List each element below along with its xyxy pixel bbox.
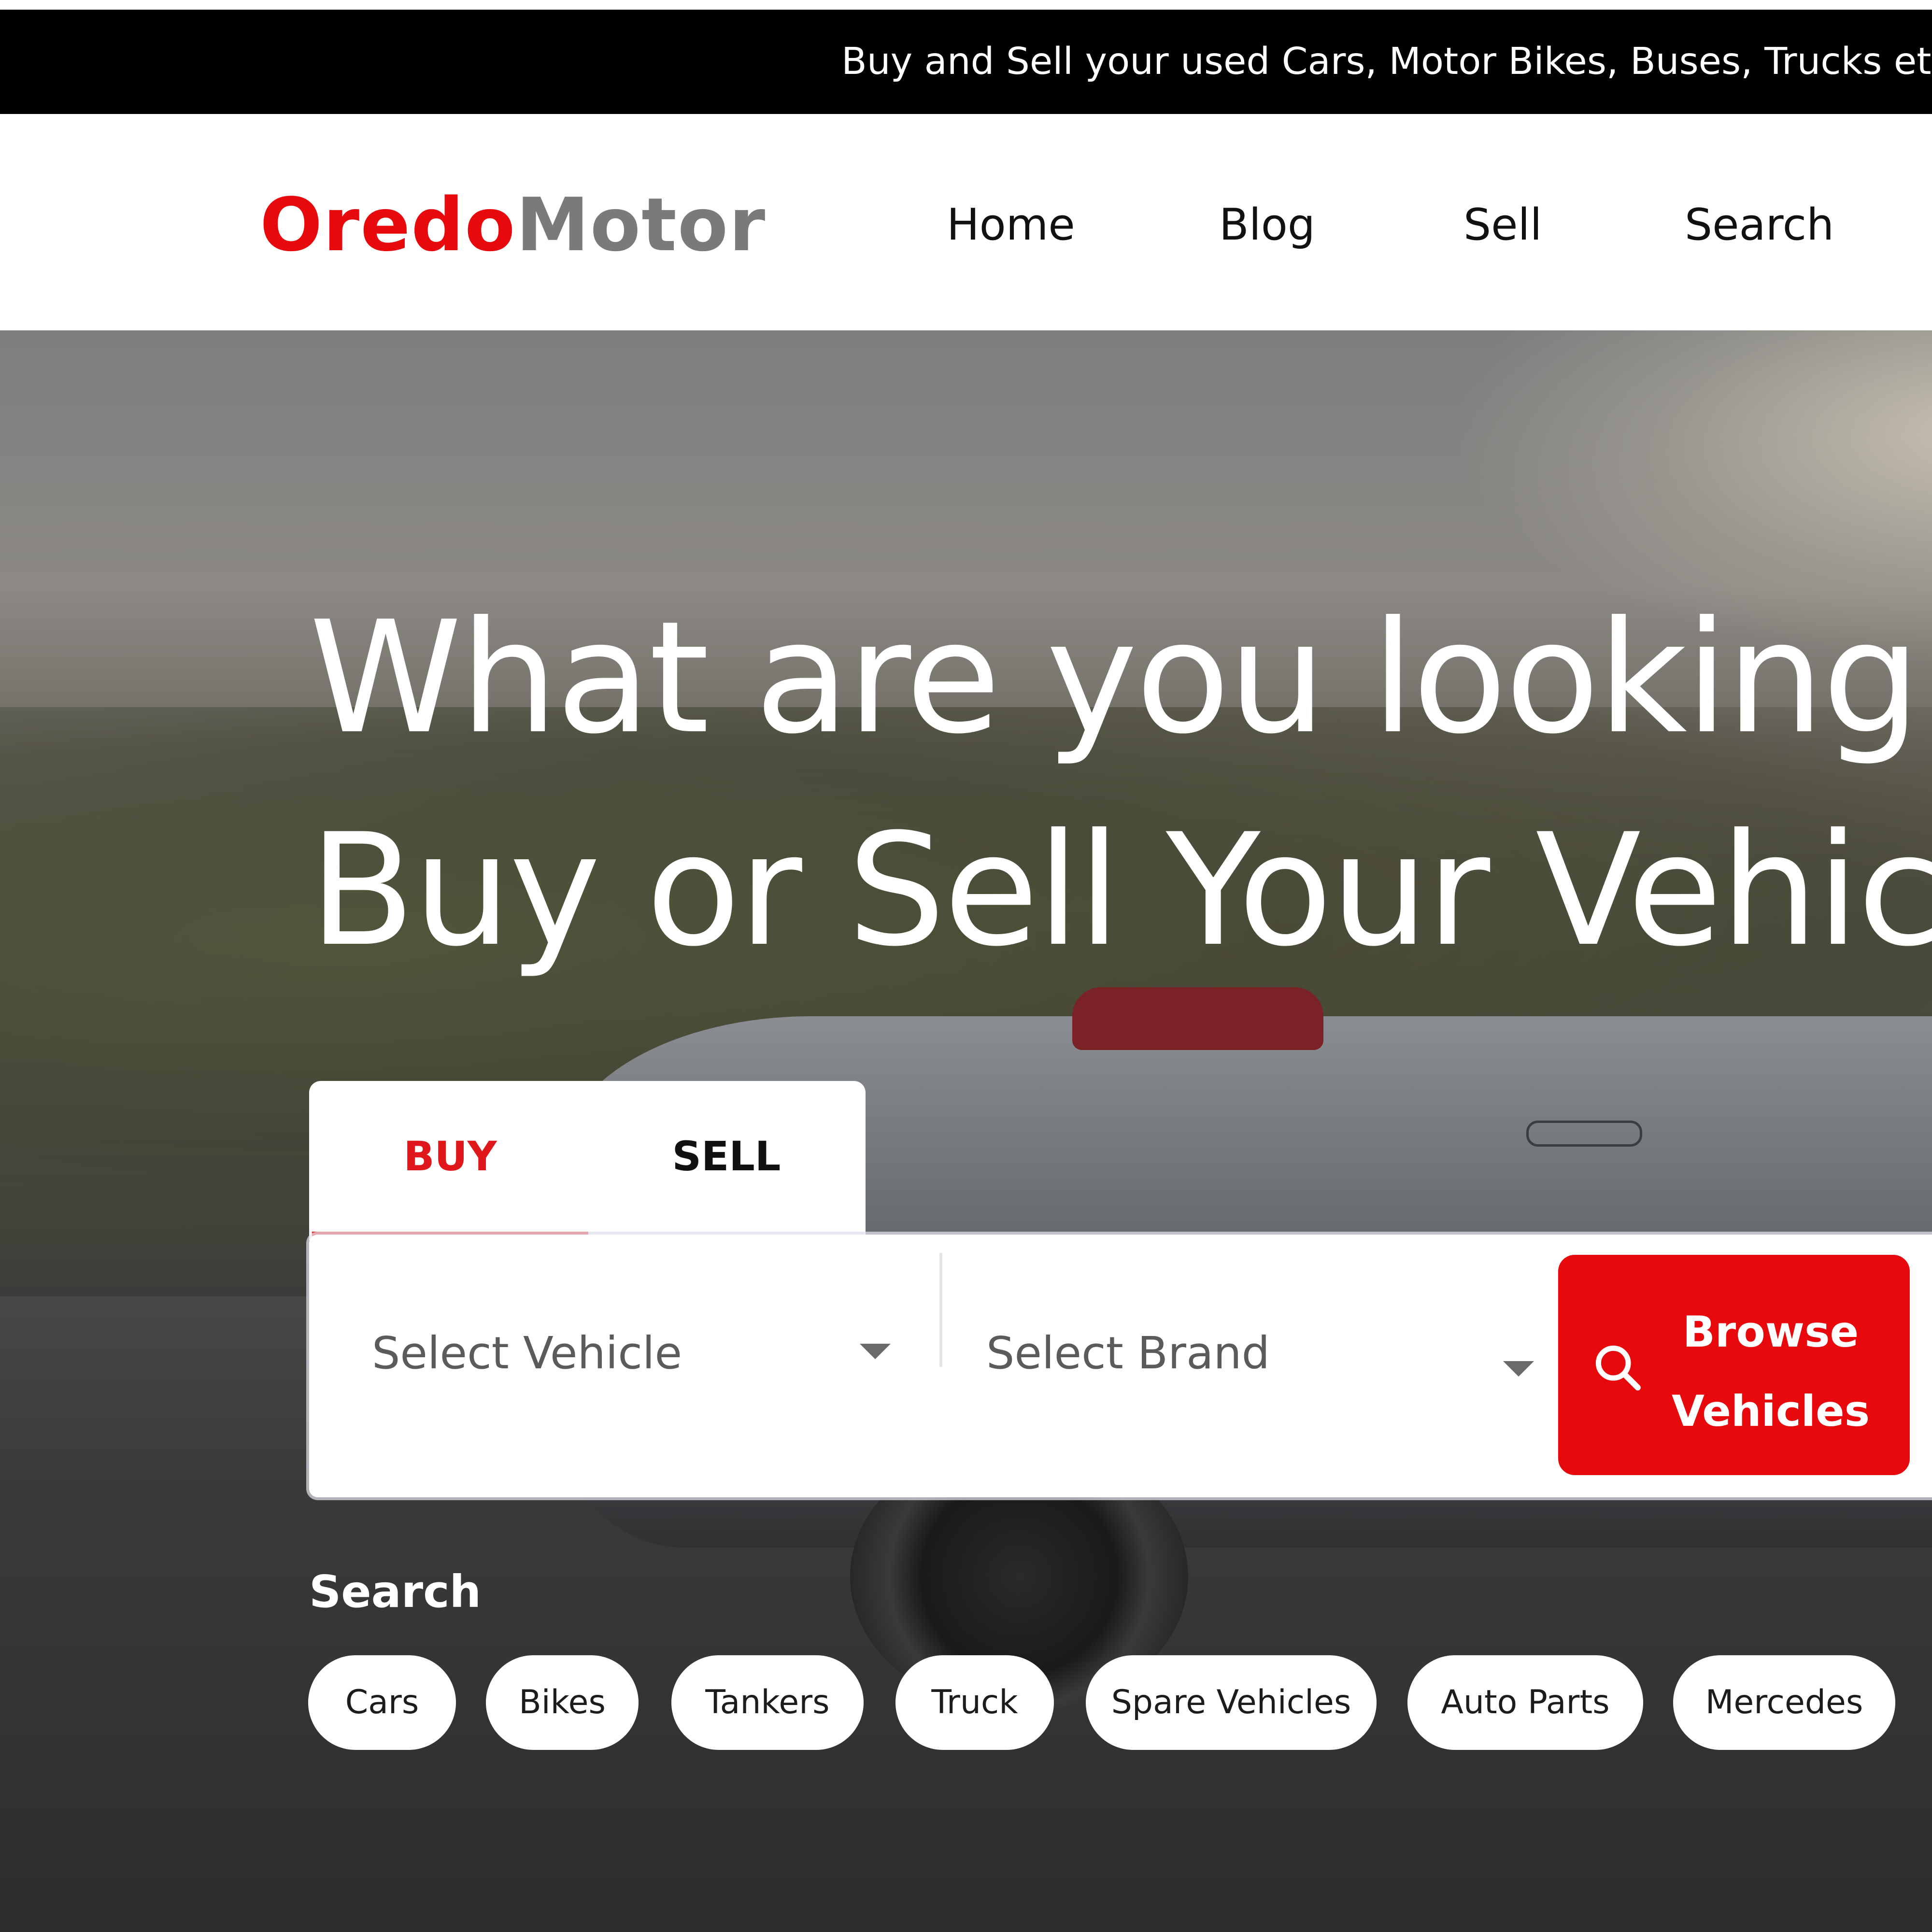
chip-auto-parts[interactable]: Auto Parts [1407, 1655, 1643, 1750]
announcement-bar: Buy and Sell your used Cars, Motor Bikes… [0, 10, 1932, 114]
browse-vehicles-label: Browse Vehicles [1669, 1293, 1872, 1451]
site-header: OredoMotor Home Blog Sell Search [0, 114, 1932, 330]
browse-label-line-1: Browse [1682, 1307, 1859, 1357]
brand-select[interactable]: Select Brand [986, 1259, 1537, 1379]
hero-title-line-1: What are you looking f [309, 588, 1932, 768]
nav-sell[interactable]: Sell [1463, 196, 1542, 254]
nav-home[interactable]: Home [947, 196, 1075, 254]
chip-truck[interactable]: Truck [895, 1655, 1054, 1750]
browse-vehicles-button[interactable]: Browse Vehicles [1558, 1255, 1910, 1475]
hero-car-door-handle [1526, 1121, 1642, 1147]
brand-select-value: Select Brand [986, 1327, 1270, 1379]
chevron-down-icon [1503, 1361, 1534, 1377]
hero-car-seat [1072, 987, 1323, 1050]
nav-search[interactable]: Search [1685, 196, 1834, 254]
announcement-text: Buy and Sell your used Cars, Motor Bikes… [841, 40, 1932, 83]
chip-spare-vehicles[interactable]: Spare Vehicles [1086, 1655, 1377, 1750]
nav-blog[interactable]: Blog [1219, 196, 1315, 254]
tab-sell[interactable]: SELL [588, 1081, 865, 1236]
buy-sell-tabs: BUY SELL [309, 1081, 866, 1240]
chip-cars[interactable]: Cars [308, 1655, 456, 1750]
chevron-down-icon [860, 1344, 891, 1359]
vehicle-select-value: Select Vehicle [372, 1327, 682, 1379]
browse-label-line-2: Vehicles [1671, 1386, 1870, 1436]
chip-bikes[interactable]: Bikes [486, 1655, 639, 1750]
hero-title-line-2: Buy or Sell Your Vehicle [309, 801, 1932, 980]
vehicle-select[interactable]: Select Vehicle [372, 1259, 913, 1379]
site-logo[interactable]: OredoMotor [260, 182, 766, 269]
chip-mercedes[interactable]: Mercedes [1673, 1655, 1895, 1750]
chip-tankers[interactable]: Tankers [671, 1655, 864, 1750]
search-icon [1595, 1345, 1641, 1391]
search-panel: Select Vehicle Select Brand Browse Vehic… [309, 1235, 1932, 1497]
quick-search-heading: Search [309, 1566, 482, 1618]
select-divider [939, 1253, 942, 1367]
logo-part-oredo: Oredo [260, 182, 516, 268]
tab-buy[interactable]: BUY [312, 1081, 588, 1236]
logo-part-motor: Motor [516, 182, 767, 268]
